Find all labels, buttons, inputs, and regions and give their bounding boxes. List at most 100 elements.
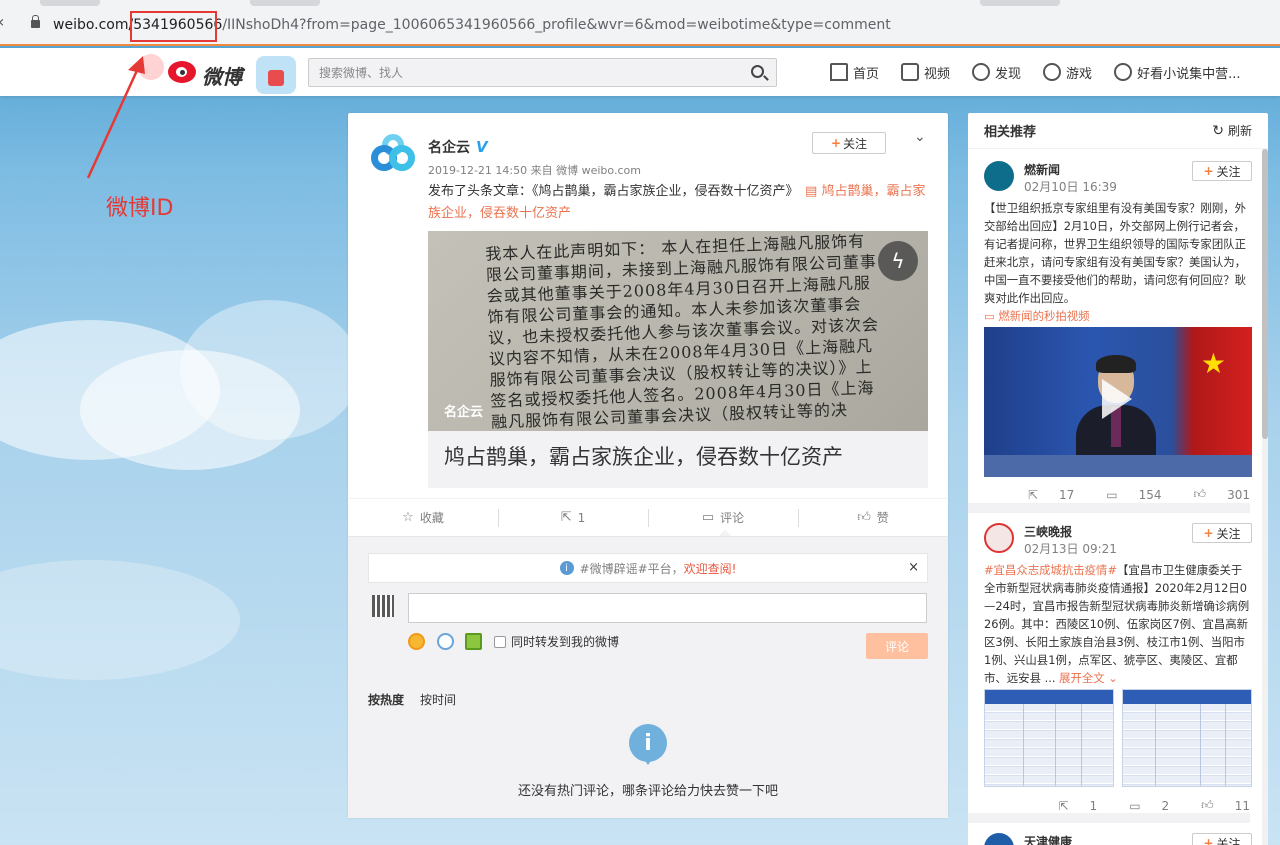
follow-button[interactable]: + 关注 xyxy=(1192,833,1252,845)
sidebar-header: 相关推荐 ↻ 刷新 xyxy=(968,113,1268,149)
comment-count: 2 xyxy=(1161,798,1170,813)
emoji-icon[interactable] xyxy=(408,633,425,650)
like-stat[interactable]: 👍︎ 301 xyxy=(1178,487,1250,502)
plus-icon: + xyxy=(1203,164,1214,178)
sidebar-feed-item: 燃新闻 02月10日 16:39 + 关注 【世卫组织抵京专家组里有没有美国专家？… xyxy=(968,161,1252,511)
weibo-id-annotation: 微博ID xyxy=(106,196,174,221)
repost-stat[interactable]: ⇱ 17 xyxy=(1012,487,1074,502)
close-icon[interactable]: × xyxy=(908,560,919,575)
nav-games[interactable]: 游戏 xyxy=(1043,63,1092,82)
like-count: 11 xyxy=(1234,798,1250,813)
checkbox-icon[interactable] xyxy=(494,635,506,648)
gif-icon[interactable] xyxy=(437,633,454,650)
feed-author-name[interactable]: 燃新闻 xyxy=(1024,161,1060,178)
post-text-body: 发布了头条文章：《鸠占鹊巢，霸占家族企业，侵吞数十亿资产》 xyxy=(428,184,793,199)
forward-label: 同时转发到我的微博 xyxy=(511,635,620,649)
image-upload-icon[interactable] xyxy=(465,633,482,650)
lightning-icon[interactable]: ϟ xyxy=(878,241,918,281)
feed-author-name[interactable]: 三峡晚报 xyxy=(1024,523,1072,540)
expand-label: 展开全文 xyxy=(1059,671,1105,685)
hashtag-link[interactable]: #宜昌众志成城抗击疫情# xyxy=(984,563,1117,577)
table-image-thumbnail[interactable] xyxy=(1122,689,1252,787)
avatar[interactable] xyxy=(984,523,1014,553)
search-box[interactable] xyxy=(308,58,777,87)
repost-button[interactable]: ⇱ 1 xyxy=(498,499,648,536)
weibo-post-card: 名企云 V 2019-12-21 14:50 来自 微博 weibo.com +… xyxy=(348,113,948,818)
doctor-mascot-icon xyxy=(256,56,296,94)
like-icon: 👍︎ xyxy=(1201,798,1214,812)
feed-author-name[interactable]: 天津健康 xyxy=(1024,833,1072,845)
favorite-label: 收藏 xyxy=(419,511,444,525)
compass-icon xyxy=(972,63,991,81)
article-cover-image[interactable]: 我本人在此声明如下： 本人在担任上海融凡服饰有限公司董事期间，未接到上海融凡服饰… xyxy=(428,231,928,431)
repost-stat[interactable]: ⇱ 1 xyxy=(1042,798,1097,813)
scrollbar-thumb[interactable] xyxy=(1262,149,1268,439)
repost-count: 1 xyxy=(577,510,586,525)
follow-button[interactable]: + 关注 xyxy=(812,132,886,154)
forward-checkbox[interactable]: 同时转发到我的微博 xyxy=(494,633,619,650)
author-avatar[interactable] xyxy=(368,133,418,183)
follow-button[interactable]: + 关注 xyxy=(1192,523,1252,543)
play-icon[interactable] xyxy=(1102,379,1132,419)
comment-count: 154 xyxy=(1138,487,1162,502)
feed-stats: ⇱ 17 ▭ 154 👍︎ 301 xyxy=(996,487,1250,502)
video-link[interactable]: ▭ 燃新闻的秒拍视频 xyxy=(984,309,1090,323)
nav-video-label: 视频 xyxy=(924,66,951,82)
follow-label: 关注 xyxy=(1216,836,1241,845)
nav-home[interactable]: 首页 xyxy=(830,63,879,82)
like-icon: 👍︎ xyxy=(1193,487,1207,501)
follow-label: 关注 xyxy=(1216,526,1241,541)
nav-video[interactable]: 视频 xyxy=(901,63,950,82)
comment-sort-tabs: 按热度 按时间 xyxy=(368,691,472,708)
sidebar-feed-item: 天津健康 + 关注 xyxy=(968,833,1252,845)
info-bubble-icon: i xyxy=(629,724,667,765)
expand-link[interactable]: 展开全文 ⌄ xyxy=(1059,671,1118,685)
comment-stat[interactable]: ▭ 154 xyxy=(1090,487,1161,502)
rumor-notice-link[interactable]: 欢迎查阅! xyxy=(684,560,737,577)
comment-tab-button[interactable]: ▭ 评论 xyxy=(648,499,798,536)
feed-separator xyxy=(968,503,1250,513)
refresh-button[interactable]: ↻ 刷新 xyxy=(1212,122,1252,139)
search-icon[interactable] xyxy=(751,65,764,78)
qr-code-icon[interactable] xyxy=(372,595,394,617)
feed-time[interactable]: 02月13日 09:21 xyxy=(1024,540,1117,557)
author-name[interactable]: 名企云 xyxy=(428,137,470,157)
follow-button[interactable]: + 关注 xyxy=(1192,161,1252,181)
feed-text-body: 【宜昌市卫生健康委关于全市新型冠状病毒肺炎疫情通报】2020年2月12日0—24… xyxy=(984,563,1250,685)
feed-image-thumbnails xyxy=(984,689,1252,787)
logo-text: 微博 xyxy=(202,65,242,89)
url-path: /IINshoDh4?from=page_1006065341960566_pr… xyxy=(222,17,891,33)
avatar[interactable] xyxy=(984,161,1014,191)
verified-badge-icon: V xyxy=(476,138,488,156)
comment-section: i #微博辟谣#平台， 欢迎查阅! × 同时转发到我的微博 评论 按热度 按时间 i… xyxy=(348,536,948,818)
sidebar-scrollbar[interactable] xyxy=(1262,149,1268,845)
comment-stat[interactable]: ▭ 2 xyxy=(1113,798,1169,813)
sort-by-hot[interactable]: 按热度 xyxy=(368,693,404,707)
favorite-button[interactable]: ☆ 收藏 xyxy=(348,499,498,536)
video-link-text: 燃新闻的秒拍视频 xyxy=(998,309,1090,323)
chevron-down-icon[interactable]: ⌄ xyxy=(914,129,926,145)
like-stat[interactable]: 👍︎ 11 xyxy=(1185,798,1250,813)
comment-submit-button[interactable]: 评论 xyxy=(866,633,928,659)
post-time-source[interactable]: 2019-12-21 14:50 来自 微博 weibo.com xyxy=(428,162,641,178)
rumor-notice-text: #微博辟谣#平台， xyxy=(579,561,684,576)
home-icon xyxy=(830,63,848,81)
plus-icon: + xyxy=(1203,836,1214,845)
sort-by-time[interactable]: 按时间 xyxy=(420,693,456,707)
like-button[interactable]: 👍︎ 赞 xyxy=(798,499,948,536)
news-video-thumbnail[interactable]: ★ xyxy=(984,327,1252,477)
refresh-label: 刷新 xyxy=(1227,124,1252,138)
comment-input[interactable] xyxy=(408,593,927,623)
follow-label: 关注 xyxy=(1216,164,1241,179)
article-title[interactable]: 鸠占鹊巢，霸占家族企业，侵吞数十亿资产 xyxy=(428,431,928,488)
chevron-down-icon: ⌄ xyxy=(1108,671,1118,685)
nav-user[interactable]: 好看小说集中营... xyxy=(1114,63,1240,82)
feed-separator xyxy=(968,813,1250,823)
feed-time[interactable]: 02月10日 16:39 xyxy=(1024,178,1117,195)
nav-discover[interactable]: 发现 xyxy=(972,63,1021,82)
comment-icon: ▭ xyxy=(701,510,715,525)
background-cloud xyxy=(0,560,240,680)
search-input[interactable] xyxy=(309,59,729,86)
table-image-thumbnail[interactable] xyxy=(984,689,1114,787)
avatar[interactable] xyxy=(984,833,1014,845)
